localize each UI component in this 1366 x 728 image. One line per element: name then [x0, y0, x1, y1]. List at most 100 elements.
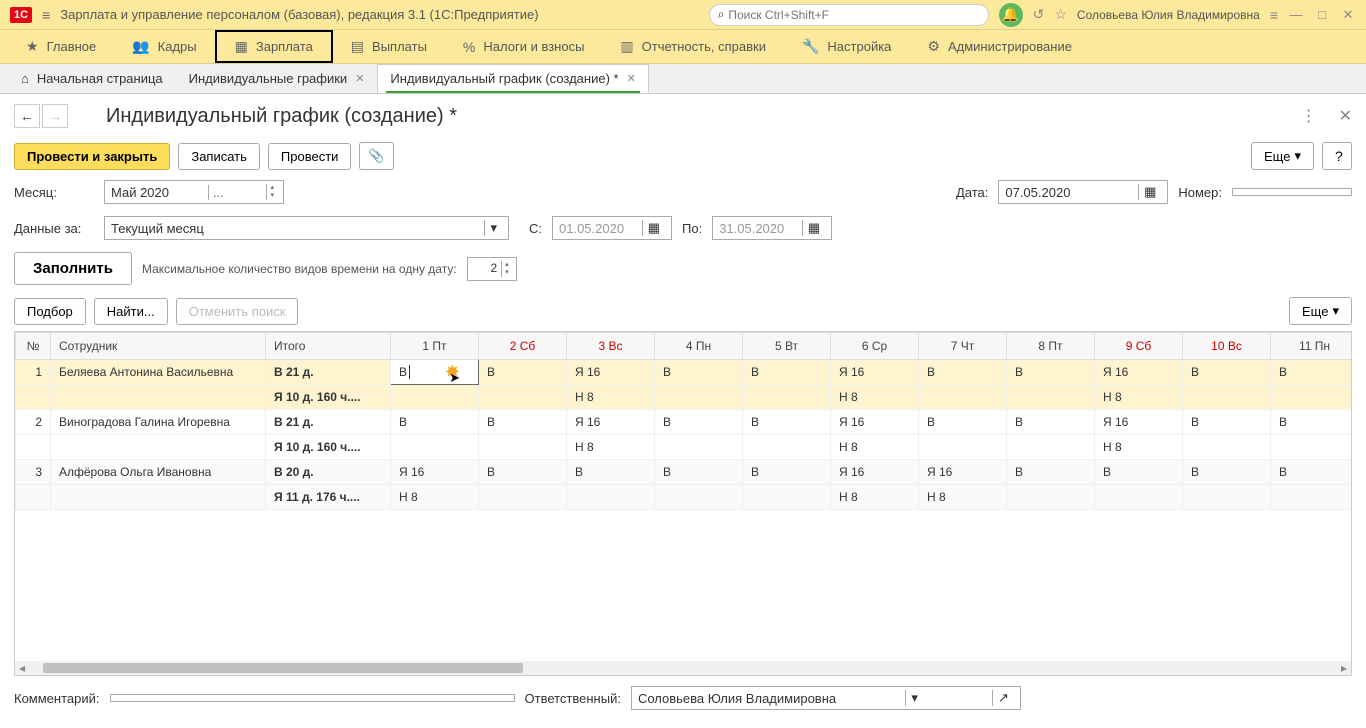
table-cell[interactable]: Алфёрова Ольга Ивановна [51, 460, 266, 485]
nav-otchetnost[interactable]: ▥Отчетность, справки [602, 32, 784, 61]
tab-create[interactable]: Индивидуальный график (создание) *✕ [377, 64, 648, 93]
table-cell[interactable]: Н 8 [919, 485, 1007, 510]
find-button[interactable]: Найти... [94, 298, 168, 325]
down-icon[interactable]: ▾ [502, 269, 512, 277]
scroll-right-icon[interactable]: ▸ [1337, 661, 1351, 675]
table-cell[interactable]: Н 8 [1095, 435, 1183, 460]
table-row[interactable]: Я 11 д. 176 ч....Н 8Н 8Н 8 [16, 485, 1353, 510]
global-search[interactable]: ⌕ [709, 4, 989, 26]
table-cell[interactable]: Н 8 [567, 435, 655, 460]
table-cell[interactable] [479, 435, 567, 460]
table-cell[interactable] [391, 435, 479, 460]
responsible-field[interactable]: Соловьева Юлия Владимировна ▾ ↗ [631, 686, 1021, 710]
table-cell[interactable]: 3 [16, 460, 51, 485]
table-cell[interactable] [1007, 385, 1095, 410]
nav-nalogi[interactable]: %Налоги и взносы [445, 33, 603, 61]
schedule-table[interactable]: № Сотрудник Итого 1 Пт 2 Сб 3 Вс 4 Пн 5 … [15, 332, 1352, 510]
table-cell[interactable] [743, 485, 831, 510]
table-cell[interactable] [479, 485, 567, 510]
col-num[interactable]: № [16, 333, 51, 360]
tab-start[interactable]: ⌂Начальная страница [8, 64, 176, 93]
scroll-left-icon[interactable]: ◂ [15, 661, 29, 675]
table-cell[interactable]: Я 16 [831, 410, 919, 435]
tab-graphics[interactable]: Индивидуальные графики✕ [176, 64, 378, 93]
table-cell[interactable]: Я 10 д. 160 ч.... [266, 435, 391, 460]
table-cell[interactable]: В [919, 410, 1007, 435]
maximize-icon[interactable]: □ [1314, 7, 1330, 22]
col-d1[interactable]: 1 Пт [391, 333, 479, 360]
to-date-field[interactable]: 31.05.2020 ▦ [712, 216, 832, 240]
col-d11[interactable]: 11 Пн [1271, 333, 1353, 360]
table-cell[interactable]: В [1007, 410, 1095, 435]
table-cell[interactable] [1183, 485, 1271, 510]
table-cell[interactable]: В [743, 360, 831, 385]
ellipsis-icon[interactable]: ... [208, 185, 228, 200]
table-cell[interactable]: 2 [16, 410, 51, 435]
table-cell[interactable]: Я 16 [567, 410, 655, 435]
table-cell[interactable]: В [1007, 360, 1095, 385]
tab-close-icon[interactable]: ✕ [355, 72, 364, 85]
calendar-icon[interactable]: ▦ [802, 220, 825, 236]
col-d5[interactable]: 5 Вт [743, 333, 831, 360]
table-cell[interactable]: В [743, 460, 831, 485]
table-cell[interactable] [919, 435, 1007, 460]
table-cell[interactable] [743, 435, 831, 460]
from-date-field[interactable]: 01.05.2020 ▦ [552, 216, 672, 240]
minimize-icon[interactable]: — [1288, 7, 1304, 22]
close-page-icon[interactable]: ✕ [1339, 106, 1352, 126]
table-cell[interactable]: Я 16 [567, 360, 655, 385]
help-button[interactable]: ? [1322, 142, 1352, 170]
nav-kadry[interactable]: 👥Кадры [114, 32, 214, 61]
table-cell[interactable]: В [1271, 460, 1353, 485]
chevron-down-icon[interactable]: ▾ [905, 690, 923, 706]
table-cell[interactable] [391, 385, 479, 410]
table-cell[interactable]: В [1095, 460, 1183, 485]
table-cell[interactable]: Я 16 [391, 460, 479, 485]
close-icon[interactable]: ✕ [1340, 7, 1356, 23]
col-d2[interactable]: 2 Сб [479, 333, 567, 360]
forward-button[interactable]: → [42, 104, 68, 128]
table-cell[interactable]: Н 8 [831, 435, 919, 460]
post-and-close-button[interactable]: Провести и закрыть [14, 143, 170, 170]
nav-vyplaty[interactable]: ▤Выплаты [333, 32, 445, 61]
col-d4[interactable]: 4 Пн [655, 333, 743, 360]
table-cell[interactable]: В [1183, 410, 1271, 435]
table-cell[interactable]: Я 16 [1095, 410, 1183, 435]
table-cell[interactable]: В [1007, 460, 1095, 485]
chevron-down-icon[interactable]: ▾ [484, 220, 502, 236]
data-for-field[interactable]: Текущий месяц ▾ [104, 216, 509, 240]
table-cell[interactable]: Я 10 д. 160 ч.... [266, 385, 391, 410]
table-cell[interactable]: В [1271, 360, 1353, 385]
table-cell[interactable] [1183, 435, 1271, 460]
table-cell[interactable] [16, 435, 51, 460]
table-cell[interactable] [16, 485, 51, 510]
table-cell[interactable] [919, 385, 1007, 410]
table-cell[interactable]: В [479, 410, 567, 435]
calendar-icon[interactable]: ▦ [642, 220, 665, 236]
table-row[interactable]: Я 10 д. 160 ч....Н 8Н 8Н 8 [16, 385, 1353, 410]
table-cell[interactable]: В [567, 460, 655, 485]
table-cell[interactable] [1183, 385, 1271, 410]
table-cell[interactable] [1271, 435, 1353, 460]
star-icon[interactable]: ☆ [1054, 6, 1067, 23]
table-cell[interactable] [655, 485, 743, 510]
table-cell[interactable]: Я 11 д. 176 ч.... [266, 485, 391, 510]
menu-icon[interactable]: ≡ [42, 7, 50, 23]
more-button[interactable]: Еще▾ [1251, 142, 1314, 170]
table-cell[interactable] [51, 385, 266, 410]
table-cell[interactable]: Н 8 [831, 485, 919, 510]
post-button[interactable]: Провести [268, 143, 352, 170]
nav-zarplata[interactable]: ▦Зарплата [215, 30, 333, 63]
table-cell[interactable] [479, 385, 567, 410]
open-icon[interactable]: ↗ [992, 690, 1014, 706]
user-name[interactable]: Соловьева Юлия Владимировна [1077, 8, 1260, 22]
table-cell[interactable]: В [479, 360, 567, 385]
table-cell[interactable]: Я 16 [1095, 360, 1183, 385]
table-row[interactable]: Я 10 д. 160 ч.... Н 8 Н 8 Н 8 [16, 435, 1353, 460]
col-d6[interactable]: 6 Ср [831, 333, 919, 360]
history-icon[interactable]: ↺ [1033, 6, 1045, 23]
table-cell[interactable]: В [655, 460, 743, 485]
table-cell[interactable]: В [919, 360, 1007, 385]
table-cell[interactable]: В [391, 410, 479, 435]
col-total[interactable]: Итого [266, 333, 391, 360]
